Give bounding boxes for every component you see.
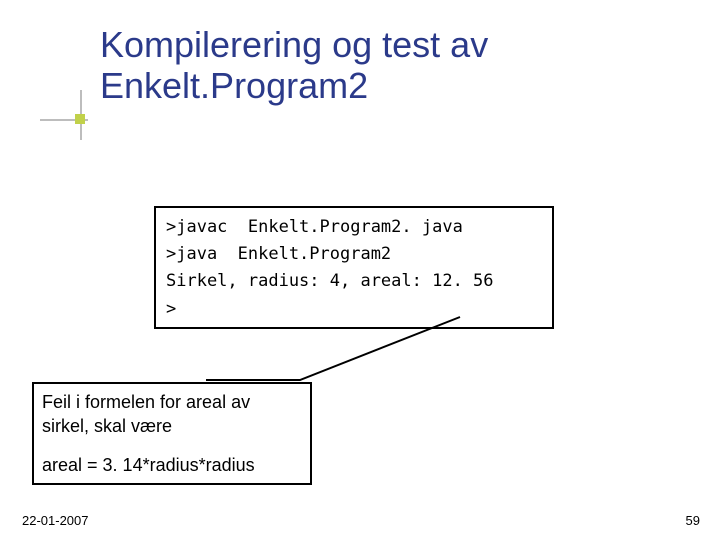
callout-line3: areal = 3. 14*radius*radius (42, 453, 302, 477)
footer-date: 22-01-2007 (22, 513, 89, 528)
title-line2: Enkelt.Program2 (100, 65, 488, 106)
footer-page-number: 59 (686, 513, 700, 528)
terminal-line-2: >java Enkelt.Program2 (166, 241, 542, 268)
callout-line1: Feil i formelen for areal av (42, 390, 302, 414)
terminal-line-1: >javac Enkelt.Program2. java (166, 214, 542, 241)
terminal-box: >javac Enkelt.Program2. java >java Enkel… (154, 206, 554, 329)
callout-spacer (42, 439, 302, 453)
callout-line2: sirkel, skal være (42, 414, 302, 438)
slide: Kompilerering og test av Enkelt.Program2… (0, 0, 720, 540)
slide-title: Kompilerering og test av Enkelt.Program2 (100, 24, 488, 107)
callout-box: Feil i formelen for areal av sirkel, ska… (32, 382, 312, 485)
terminal-line-3: Sirkel, radius: 4, areal: 12. 56 (166, 268, 542, 295)
decor-square (75, 114, 85, 124)
terminal-line-4: > (166, 296, 542, 323)
title-line1: Kompilerering og test av (100, 24, 488, 65)
